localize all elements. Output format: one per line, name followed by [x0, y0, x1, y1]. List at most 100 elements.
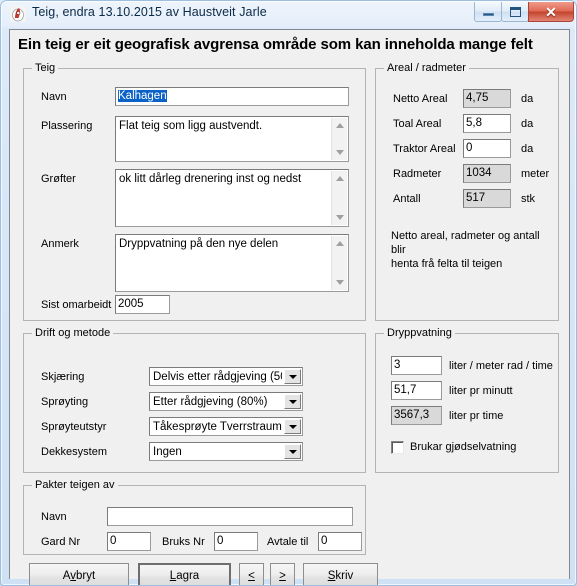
title-bar[interactable]: Teig, endra 13.10.2015 av Haustveit Jarl…: [1, 1, 576, 28]
bruks-nr-input[interactable]: 0: [214, 532, 258, 551]
liter-pr-time-input: 3567,3: [391, 406, 442, 425]
sproyteutstyr-combo[interactable]: Tåkesprøyte Tverrstraums: [149, 417, 303, 436]
lagra-button-label: Lagra: [169, 570, 200, 582]
group-teig-title: Teig: [32, 62, 59, 74]
traktor-areal-input[interactable]: 0: [463, 139, 511, 158]
sproyting-combo[interactable]: Etter rådgjeving (80%): [149, 392, 303, 411]
unit-liter-pr-minutt: liter pr minutt: [449, 385, 513, 397]
scroll-down-icon[interactable]: [335, 215, 344, 220]
group-areal-title: Areal / radmeter: [384, 62, 469, 74]
next-button[interactable]: >: [270, 563, 295, 585]
unit-netto-areal: da: [521, 93, 534, 105]
anmerk-scrollbar[interactable]: [331, 236, 347, 290]
next-button-label: >: [279, 570, 286, 582]
chevron-down-icon[interactable]: [284, 369, 301, 384]
window-frame: Teig, endra 13.10.2015 av Haustveit Jarl…: [0, 0, 577, 586]
grofter-value: ok litt dårleg drenering inst og nedst: [119, 173, 302, 185]
label-plassering: Plassering: [41, 120, 93, 132]
scroll-down-icon[interactable]: [335, 150, 344, 155]
minimize-icon: [482, 12, 494, 16]
grofter-textarea[interactable]: ok litt dårleg drenering inst og nedst: [115, 169, 349, 227]
plassering-value: Flat teig som ligg austvendt.: [119, 120, 263, 132]
label-gard-nr: Gard Nr: [41, 536, 81, 548]
netto-areal-input: 4,75: [463, 89, 511, 108]
unit-antall: stk: [521, 193, 536, 205]
plassering-textarea[interactable]: Flat teig som ligg austvendt.: [115, 116, 349, 162]
label-bruks-nr: Bruks Nr: [162, 536, 205, 548]
application-window: Teig, endra 13.10.2015 av Haustveit Jarl…: [0, 0, 577, 586]
toal-areal-input[interactable]: 5,8: [463, 114, 511, 133]
scroll-down-icon[interactable]: [335, 280, 344, 285]
window-controls: ✕: [474, 2, 574, 23]
group-areal: Areal / radmeter Netto Areal 4,75 da Toa…: [375, 62, 559, 321]
label-toal-areal: Toal Areal: [393, 118, 442, 130]
skjaering-combo[interactable]: Delvis etter rådgjeving (50%): [149, 367, 303, 386]
label-avtale-til: Avtale til: [267, 536, 309, 548]
unit-liter-pr-time: liter pr time: [449, 410, 504, 422]
antall-input: 517: [463, 189, 511, 208]
brukar-gjodselvatning-label[interactable]: Brukar gjødselvatning: [410, 441, 516, 453]
chevron-down-icon[interactable]: [284, 444, 301, 459]
scroll-up-icon[interactable]: [335, 241, 344, 246]
window-title: Teig, endra 13.10.2015 av Haustveit Jarl…: [32, 5, 267, 19]
grofter-scrollbar[interactable]: [331, 171, 347, 225]
liter-per-meter-rad-time-input[interactable]: 3: [391, 356, 442, 375]
unit-radmeter: meter: [521, 168, 550, 180]
group-pakter: Pakter teigen av Navn Gard Nr 0 Bruks Nr…: [23, 479, 366, 555]
anmerk-textarea[interactable]: Dryppvatning på den nye delen: [115, 234, 349, 292]
unit-liter-per-meter-rad-time: liter / meter rad / time: [449, 360, 553, 372]
skriv-button-label: Skriv: [327, 570, 354, 582]
plassering-scrollbar[interactable]: [331, 118, 347, 160]
avbryt-button-label: Avbryt: [62, 570, 96, 582]
avtale-til-input[interactable]: 0: [318, 532, 362, 551]
maximize-icon: [509, 6, 521, 17]
app-icon: [10, 6, 26, 22]
chevron-down-icon[interactable]: [284, 419, 301, 434]
scroll-up-icon[interactable]: [335, 176, 344, 181]
label-traktor-areal: Traktor Areal: [393, 143, 456, 155]
label-radmeter: Radmeter: [393, 168, 442, 180]
dekkesystem-combo[interactable]: Ingen: [149, 442, 303, 461]
gard-nr-input[interactable]: 0: [107, 532, 151, 551]
unit-toal-areal: da: [521, 118, 534, 130]
anmerk-value: Dryppvatning på den nye delen: [119, 238, 279, 250]
pakter-navn-input[interactable]: [107, 507, 353, 526]
label-dekkesystem: Dekkesystem: [41, 446, 108, 458]
page-title: Ein teig er eit geografisk avgrensa områ…: [18, 36, 533, 53]
liter-pr-minutt-input[interactable]: 51,7: [391, 381, 442, 400]
previous-button[interactable]: <: [239, 563, 264, 585]
group-dryppvatning-title: Dryppvatning: [384, 327, 455, 339]
radmeter-input: 1034: [463, 164, 511, 183]
minimize-button[interactable]: [474, 2, 502, 22]
dialog-client-area: Ein teig er eit geografisk avgrensa områ…: [9, 29, 570, 585]
dekkesystem-combo-value: Ingen: [153, 446, 182, 458]
label-sist-omarbeidt: Sist omarbeidt: [41, 299, 112, 311]
group-pakter-title: Pakter teigen av: [32, 479, 118, 491]
areal-hint-text: Netto areal, radmeter og antall blir hen…: [391, 230, 540, 270]
avbryt-button[interactable]: Avbryt: [29, 563, 129, 585]
label-skjaering: Skjæring: [41, 371, 85, 383]
close-button[interactable]: ✕: [528, 2, 574, 22]
skriv-button[interactable]: Skriv: [303, 563, 378, 585]
label-grofter: Grøfter: [41, 173, 76, 185]
label-antall: Antall: [393, 193, 421, 205]
group-drift-title: Drift og metode: [32, 327, 114, 339]
previous-button-label: <: [248, 570, 255, 582]
unit-traktor-areal: da: [521, 143, 534, 155]
maximize-button[interactable]: [501, 2, 529, 22]
brukar-gjodselvatning-checkbox[interactable]: [391, 441, 404, 454]
group-teig: Teig Navn Kalhagen Plassering Flat teig …: [23, 62, 366, 321]
skjaering-combo-value: Delvis etter rådgjeving (50%): [153, 371, 282, 383]
label-sproyteutstyr: Sprøyteutstyr: [41, 421, 107, 433]
scroll-up-icon[interactable]: [335, 123, 344, 128]
label-netto-areal: Netto Areal: [393, 93, 448, 105]
navn-input[interactable]: Kalhagen: [115, 87, 349, 106]
sist-omarbeidt-input[interactable]: 2005: [115, 295, 170, 314]
lagra-button[interactable]: Lagra: [138, 563, 231, 585]
label-navn: Navn: [41, 91, 67, 103]
group-dryppvatning: Dryppvatning 3 liter / meter rad / time …: [375, 327, 559, 473]
label-anmerk: Anmerk: [41, 238, 79, 250]
chevron-down-icon[interactable]: [284, 394, 301, 409]
label-pakter-navn: Navn: [41, 511, 67, 523]
group-drift: Drift og metode Skjæring Delvis etter rå…: [23, 327, 366, 473]
